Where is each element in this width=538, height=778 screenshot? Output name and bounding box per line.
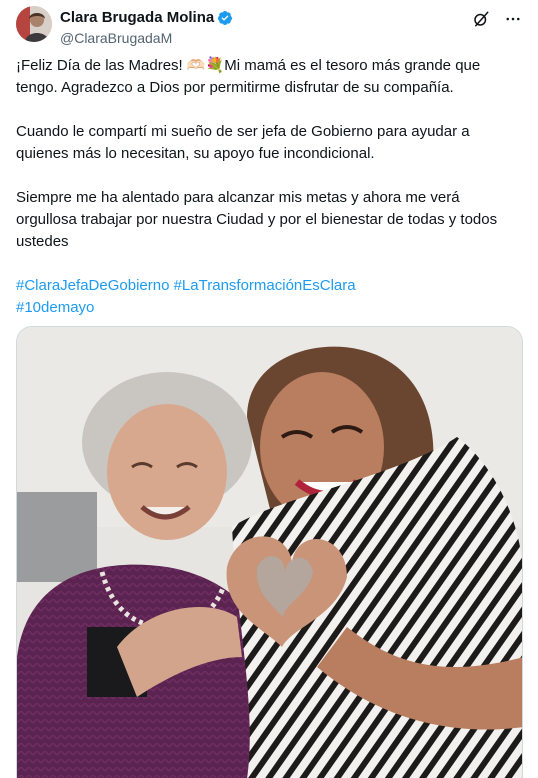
- display-name[interactable]: Clara Brugada Molina: [60, 9, 214, 26]
- author-block: Clara Brugada Molina @ClaraBrugadaM: [60, 9, 233, 47]
- tweet-text-segment: ¡Feliz Día de las Madres!: [16, 57, 187, 74]
- header-actions: [470, 8, 524, 30]
- heart-hands-emoji: 🫶🏻: [186, 57, 206, 74]
- hashtag-link[interactable]: #10demayo: [16, 299, 94, 316]
- more-options-icon[interactable]: [502, 8, 524, 30]
- tweet-paragraph-3: Siempre me ha alentado para alcanzar mis…: [16, 189, 498, 250]
- handle[interactable]: @ClaraBrugadaM: [60, 29, 233, 47]
- hashtag-link[interactable]: #LaTransformaciónEsClara: [174, 277, 356, 294]
- tweet: Clara Brugada Molina @ClaraBrugadaM ¡Fel…: [0, 0, 538, 778]
- tweet-photo[interactable]: [16, 326, 523, 778]
- tweet-paragraph-2: Cuando le compartí mi sueño de ser jefa …: [16, 123, 470, 162]
- grok-icon[interactable]: [470, 8, 492, 30]
- verified-badge-icon: [217, 10, 233, 26]
- hashtag-link[interactable]: #ClaraJefaDeGobierno: [16, 277, 169, 294]
- tweet-text: ¡Feliz Día de las Madres! 🫶🏻💐Mi mamá es …: [16, 55, 522, 319]
- hashtags: #ClaraJefaDeGobierno #LaTransformaciónEs…: [16, 275, 522, 319]
- tweet-paragraph-1: ¡Feliz Día de las Madres! 🫶🏻💐Mi mamá es …: [16, 55, 522, 99]
- bouquet-emoji: 💐: [205, 57, 225, 74]
- tweet-header: Clara Brugada Molina @ClaraBrugadaM: [16, 6, 524, 46]
- avatar[interactable]: [16, 6, 52, 42]
